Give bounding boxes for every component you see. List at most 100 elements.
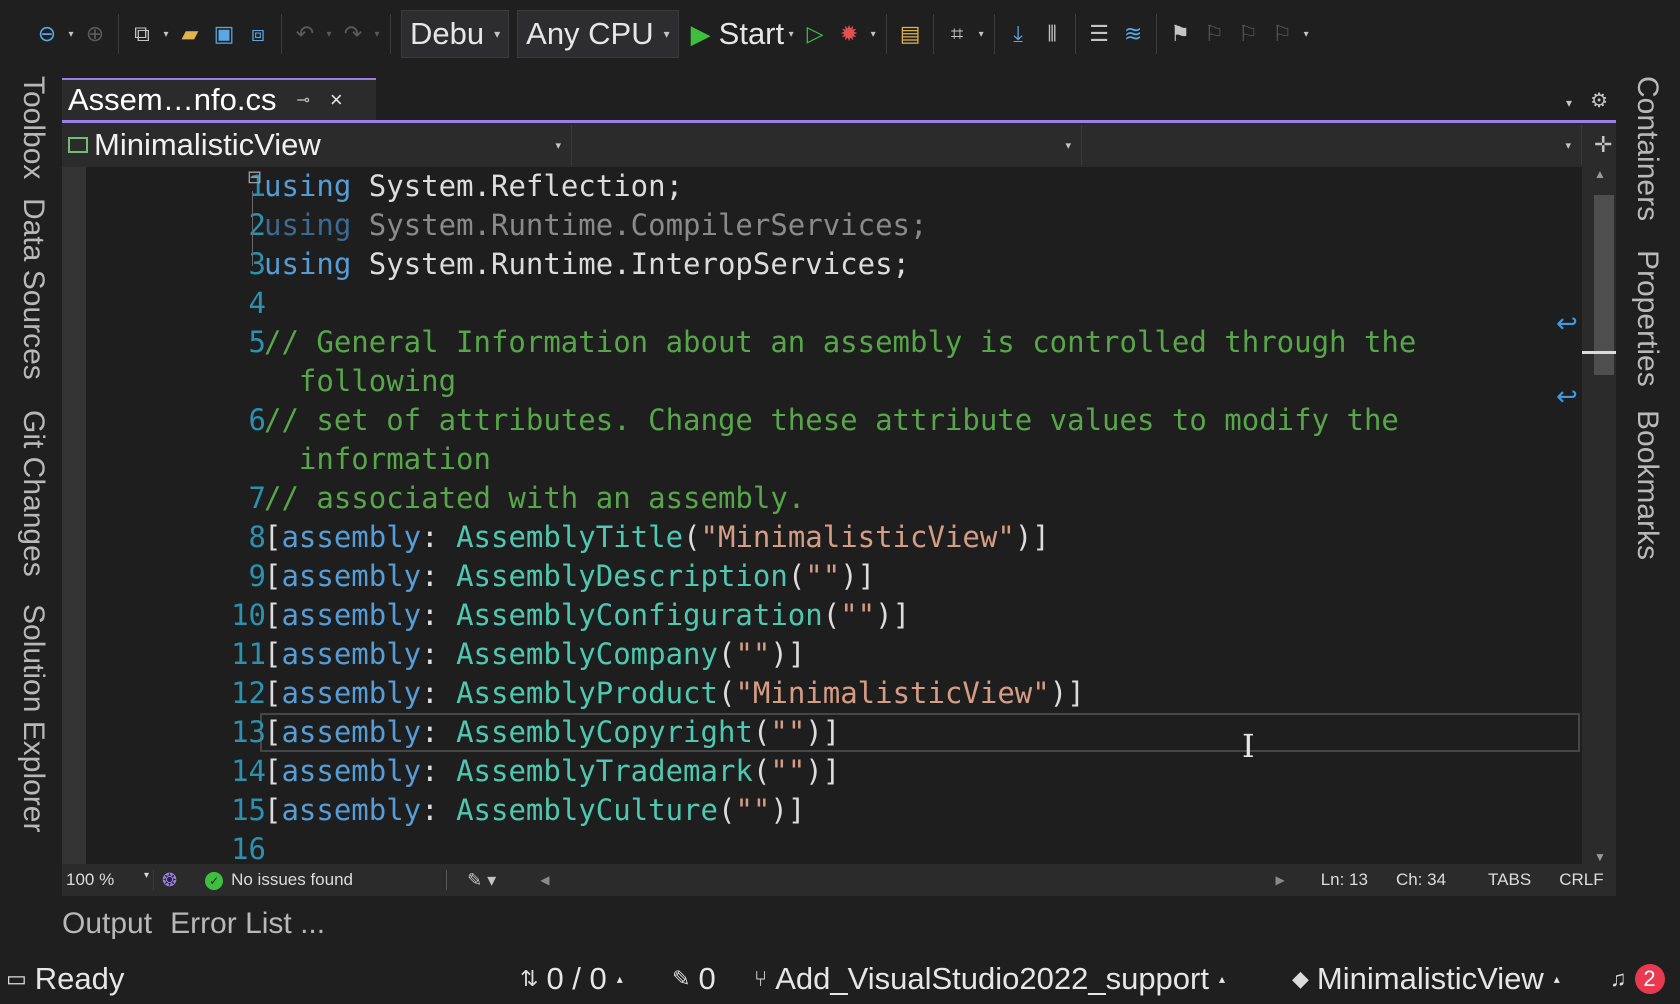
code-line[interactable]: 16 [62, 830, 1582, 864]
navigate-back-dropdown[interactable]: ▾ [64, 29, 78, 40]
code-line[interactable]: following [62, 362, 1582, 401]
start-debugging-button[interactable]: ▶ Start ▾ [691, 16, 798, 52]
code-line[interactable]: 6// set of attributes. Change these attr… [62, 401, 1582, 440]
collapse-region-icon[interactable]: ⊟ [247, 167, 262, 188]
containers-tab[interactable]: Containers [1630, 76, 1664, 221]
column-indicator[interactable]: Ch: 34 [1396, 870, 1446, 890]
code-line[interactable]: 1 using System.Reflection; [62, 167, 1582, 206]
solution-configuration-select[interactable]: Debu ▾ [401, 10, 510, 58]
new-project-icon[interactable]: ⧉ [125, 17, 159, 51]
code-line[interactable]: 11 [assembly: AssemblyCompany("")] [62, 635, 1582, 674]
code-line[interactable]: 4 [62, 284, 1582, 323]
indentation-indicator[interactable]: TABS [1474, 870, 1531, 890]
undo-dropdown[interactable]: ▾ [322, 29, 336, 40]
pending-changes-label: 0 [698, 961, 716, 996]
toolbar-overflow-dropdown[interactable]: ▾ [1299, 29, 1313, 40]
intellicode-icon[interactable]: ❂ [162, 870, 177, 891]
scroll-up-icon[interactable]: ▲ [1594, 167, 1606, 181]
redo-dropdown[interactable]: ▾ [370, 29, 384, 40]
git-changes-tab[interactable]: Git Changes [16, 410, 50, 577]
navigate-forward-icon[interactable]: ⊕ [78, 17, 112, 51]
uncomment-lines-icon[interactable]: ≋ [1116, 17, 1150, 51]
git-repo-indicator[interactable]: ◆ MinimalisticView ▴ [1292, 961, 1560, 997]
project-dropdown[interactable]: MinimalisticView ▾ [62, 125, 572, 165]
new-project-dropdown[interactable]: ▾ [159, 29, 173, 40]
close-icon[interactable]: × [330, 87, 343, 113]
redo-icon[interactable]: ↷ [336, 17, 370, 51]
line-indicator[interactable]: Ln: 13 [1321, 870, 1368, 890]
browse-link-dropdown[interactable]: ▾ [974, 29, 988, 40]
bookmark-icon[interactable]: ⚑ [1163, 17, 1197, 51]
pending-changes-indicator[interactable]: ✎ 0 [672, 961, 716, 997]
code-line[interactable]: 12 [assembly: AssemblyProduct("Minimalist… [62, 674, 1582, 713]
save-icon[interactable]: ▣ [207, 17, 241, 51]
vertical-scrollbar[interactable]: ▲ ▼ [1582, 167, 1616, 864]
code-editor[interactable]: 1 using System.Reflection; 2 using System.R… [62, 167, 1616, 864]
hot-reload-icon[interactable]: ✹ [832, 17, 866, 51]
navigate-back-icon[interactable]: ⊖ [30, 17, 64, 51]
notifications-button[interactable]: ♫ 2 [1610, 964, 1665, 994]
data-sources-tab[interactable]: Data Sources [16, 198, 50, 380]
solution-platform-select[interactable]: Any CPU ▾ [517, 10, 679, 58]
step-into-icon[interactable]: ⤓ [1001, 17, 1035, 51]
code-line[interactable]: 8 [assembly: AssemblyTitle("MinimalisticV… [62, 518, 1582, 557]
previous-bookmark-icon[interactable]: ⚐ [1197, 17, 1231, 51]
scroll-left-icon[interactable]: ◀ [540, 873, 549, 887]
next-bookmark-icon[interactable]: ⚐ [1231, 17, 1265, 51]
code-line[interactable]: 7// associated with an assembly. [62, 479, 1582, 518]
gear-icon[interactable]: ⚙ [1590, 88, 1608, 113]
scroll-right-icon[interactable]: ▶ [1275, 873, 1284, 887]
play-icon: ▶ [690, 18, 711, 49]
git-sync-label: 0 / 0 [546, 961, 607, 996]
pin-icon[interactable]: ⊸ [296, 90, 309, 110]
tab-assemblyinfo[interactable]: Assem…nfo.cs ⊸ × [62, 78, 376, 120]
scroll-down-icon[interactable]: ▼ [1594, 850, 1606, 864]
clear-bookmarks-icon[interactable]: ⚐ [1265, 17, 1299, 51]
solution-explorer-tab[interactable]: Solution Explorer [16, 604, 50, 832]
code-line[interactable]: 5// General Information about an assembl… [62, 323, 1582, 362]
start-dropdown[interactable]: ▾ [784, 29, 798, 40]
open-folder-icon[interactable]: ▰ [173, 17, 207, 51]
chevron-down-icon: ▾ [555, 139, 561, 152]
code-line[interactable]: 2 using System.Runtime.CompilerServices; [62, 206, 1582, 245]
git-sync-indicator[interactable]: ⇅ 0 / 0 ▴ [520, 961, 623, 997]
code-line[interactable]: 14 [assembly: AssemblyTrademark("")] [62, 752, 1582, 791]
code-line[interactable]: 15 [assembly: AssemblyCulture("")] [62, 791, 1582, 830]
code-cleanup-icon[interactable]: ✎ ▾ [467, 870, 496, 891]
browse-link-icon[interactable]: ⌗ [940, 17, 974, 51]
bookmarks-tab[interactable]: Bookmarks [1630, 410, 1664, 560]
save-all-icon[interactable]: ⧈ [241, 17, 275, 51]
tab-list-dropdown-icon[interactable]: ▾ [1566, 96, 1572, 110]
code-line[interactable]: 10 [assembly: AssemblyConfiguration("")] [62, 596, 1582, 635]
notification-badge: 2 [1634, 964, 1665, 994]
scroll-thumb[interactable] [1594, 195, 1614, 375]
solution-explorer-folder-icon[interactable]: ▤ [893, 17, 927, 51]
toggle-layout-icon[interactable]: ⫴ [1035, 17, 1069, 51]
main-toolbar: ⊖ ▾ ⊕ ⧉ ▾ ▰ ▣ ⧈ ↶ ▾ ↷ ▾ Debu ▾ Any CPU ▾… [0, 0, 1680, 68]
tab-output[interactable]: Output [62, 907, 152, 941]
type-dropdown[interactable]: ▾ [572, 125, 1082, 165]
code-token: : [421, 637, 457, 671]
member-dropdown[interactable]: ▾ [1082, 125, 1582, 165]
hot-reload-dropdown[interactable]: ▾ [866, 29, 880, 40]
code-token: "MinimalisticView" [700, 520, 1015, 554]
toolbox-tab[interactable]: Toolbox [16, 76, 50, 179]
zoom-select[interactable]: 100 % ▾ [62, 870, 154, 890]
code-line[interactable]: 3 using System.Runtime.InteropServices; [62, 245, 1582, 284]
start-without-debugging-icon[interactable]: ▷ [798, 17, 832, 51]
issues-indicator[interactable]: ✓ No issues found [205, 870, 448, 890]
git-branch-indicator[interactable]: ⑂ Add_VisualStudio2022_support ▴ [754, 961, 1225, 997]
properties-tab[interactable]: Properties [1630, 250, 1664, 387]
undo-icon[interactable]: ↶ [288, 17, 322, 51]
code-token: using [264, 169, 352, 203]
tab-error-list[interactable]: Error List ... [170, 907, 325, 941]
code-line[interactable]: information [62, 440, 1582, 479]
comment-lines-icon[interactable]: ☰ [1082, 17, 1116, 51]
chevron-down-icon: ▾ [1565, 139, 1571, 152]
code-token: "" [840, 598, 876, 632]
split-window-icon[interactable]: ✛ [1594, 132, 1612, 158]
line-ending-indicator[interactable]: CRLF [1559, 870, 1603, 890]
check-circle-icon: ✓ [205, 872, 224, 890]
code-line[interactable]: 9 [assembly: AssemblyDescription("")] [62, 557, 1582, 596]
code-line[interactable]: 13 [assembly: AssemblyCopyright("")] [62, 713, 1582, 752]
